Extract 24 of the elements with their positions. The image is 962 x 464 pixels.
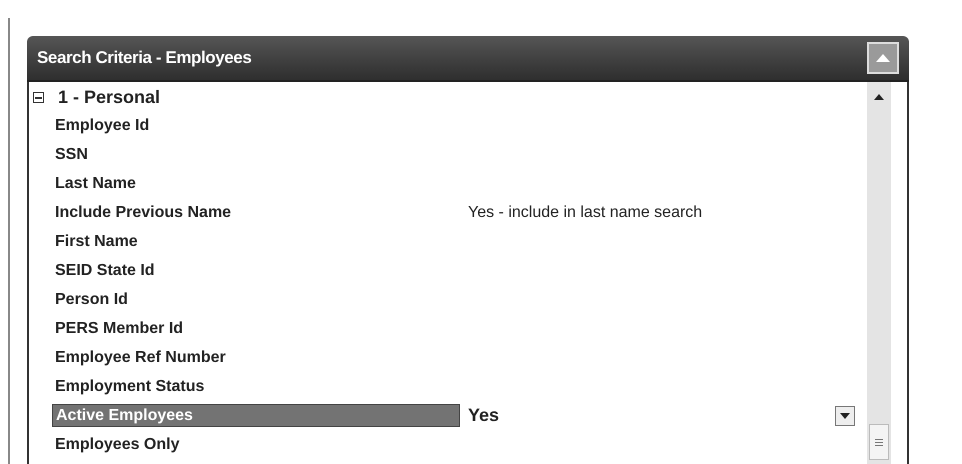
scroll-up-icon[interactable] (874, 94, 884, 100)
criteria-value: Yes - include in last name search (468, 202, 702, 222)
criteria-label[interactable]: Employment Status (52, 375, 460, 398)
criteria-label[interactable]: Active Employees (52, 404, 460, 427)
criteria-value: Yes (468, 404, 500, 427)
scrollbar[interactable] (867, 82, 891, 464)
collapse-button[interactable] (867, 42, 899, 74)
dropdown-button[interactable] (835, 406, 855, 426)
criteria-label[interactable]: Employees Only (52, 433, 460, 456)
criteria-label[interactable]: Employee Id (52, 114, 460, 137)
criteria-label[interactable]: PERS Member Id (52, 317, 460, 340)
scroll-thumb[interactable] (869, 424, 889, 460)
panel-title: Search Criteria - Employees (37, 47, 252, 70)
section-header: 1 - Personal (58, 86, 160, 109)
caret-icon (840, 412, 850, 418)
up-arrow-icon (876, 54, 890, 62)
criteria-label[interactable]: Last Name (52, 172, 460, 195)
criteria-label[interactable]: SEID State Id (52, 259, 460, 282)
criteria-label[interactable]: Employee Ref Number (52, 346, 460, 369)
criteria-label[interactable]: Include Previous Name (52, 201, 460, 224)
criteria-label[interactable]: First Name (52, 230, 460, 253)
collapse-toggle[interactable] (33, 92, 44, 103)
criteria-label[interactable]: Person Id (52, 288, 460, 311)
criteria-label[interactable]: SSN (52, 143, 460, 166)
